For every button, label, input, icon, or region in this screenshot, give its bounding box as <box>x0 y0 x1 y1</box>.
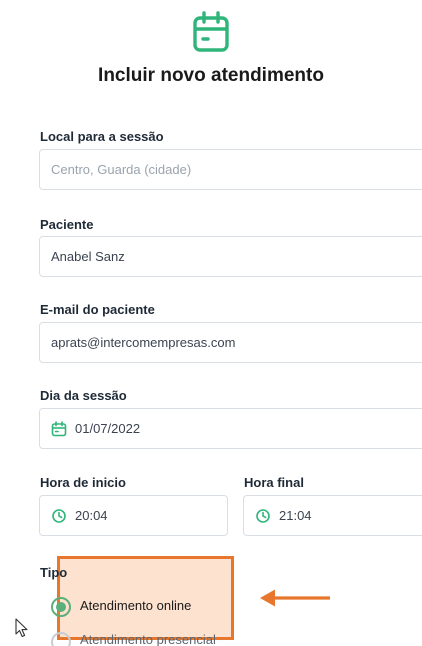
email-field[interactable]: aprats@intercomempresas.com <box>39 322 422 363</box>
local-field[interactable] <box>39 149 422 190</box>
dia-value: 01/07/2022 <box>75 421 141 436</box>
page-title: Incluir novo atendimento <box>98 65 324 86</box>
clock-icon <box>256 508 270 523</box>
local-input[interactable] <box>51 162 422 177</box>
radio-presencial[interactable] <box>51 632 71 646</box>
local-label: Local para a sessão <box>40 129 164 144</box>
tipo-label: Tipo <box>40 565 68 580</box>
paciente-field[interactable]: Anabel Sanz <box>39 236 422 277</box>
clock-icon <box>52 508 66 523</box>
radio-online[interactable] <box>51 597 71 617</box>
hora-final-value: 21:04 <box>279 508 312 523</box>
paciente-label: Paciente <box>40 217 94 232</box>
paciente-value: Anabel Sanz <box>51 249 125 264</box>
option-presencial-label[interactable]: Atendimento presencial <box>80 632 216 646</box>
calendar-icon <box>51 420 67 436</box>
hora-inicio-value: 20:04 <box>75 508 108 523</box>
hora-inicio-label: Hora de inicio <box>40 475 126 490</box>
dia-field[interactable]: 01/07/2022 <box>39 408 422 449</box>
email-label: E-mail do paciente <box>40 302 155 317</box>
mouse-cursor-icon <box>15 618 28 638</box>
option-online-label[interactable]: Atendimento online <box>80 598 191 613</box>
arrow-left-icon <box>260 589 330 607</box>
calendar-icon <box>193 11 229 52</box>
hora-final-label: Hora final <box>244 475 304 490</box>
dia-label: Dia da sessão <box>40 388 127 403</box>
email-value: aprats@intercomempresas.com <box>51 335 236 350</box>
hora-final-field[interactable]: 21:04 <box>243 495 422 536</box>
hora-inicio-field[interactable]: 20:04 <box>39 495 228 536</box>
